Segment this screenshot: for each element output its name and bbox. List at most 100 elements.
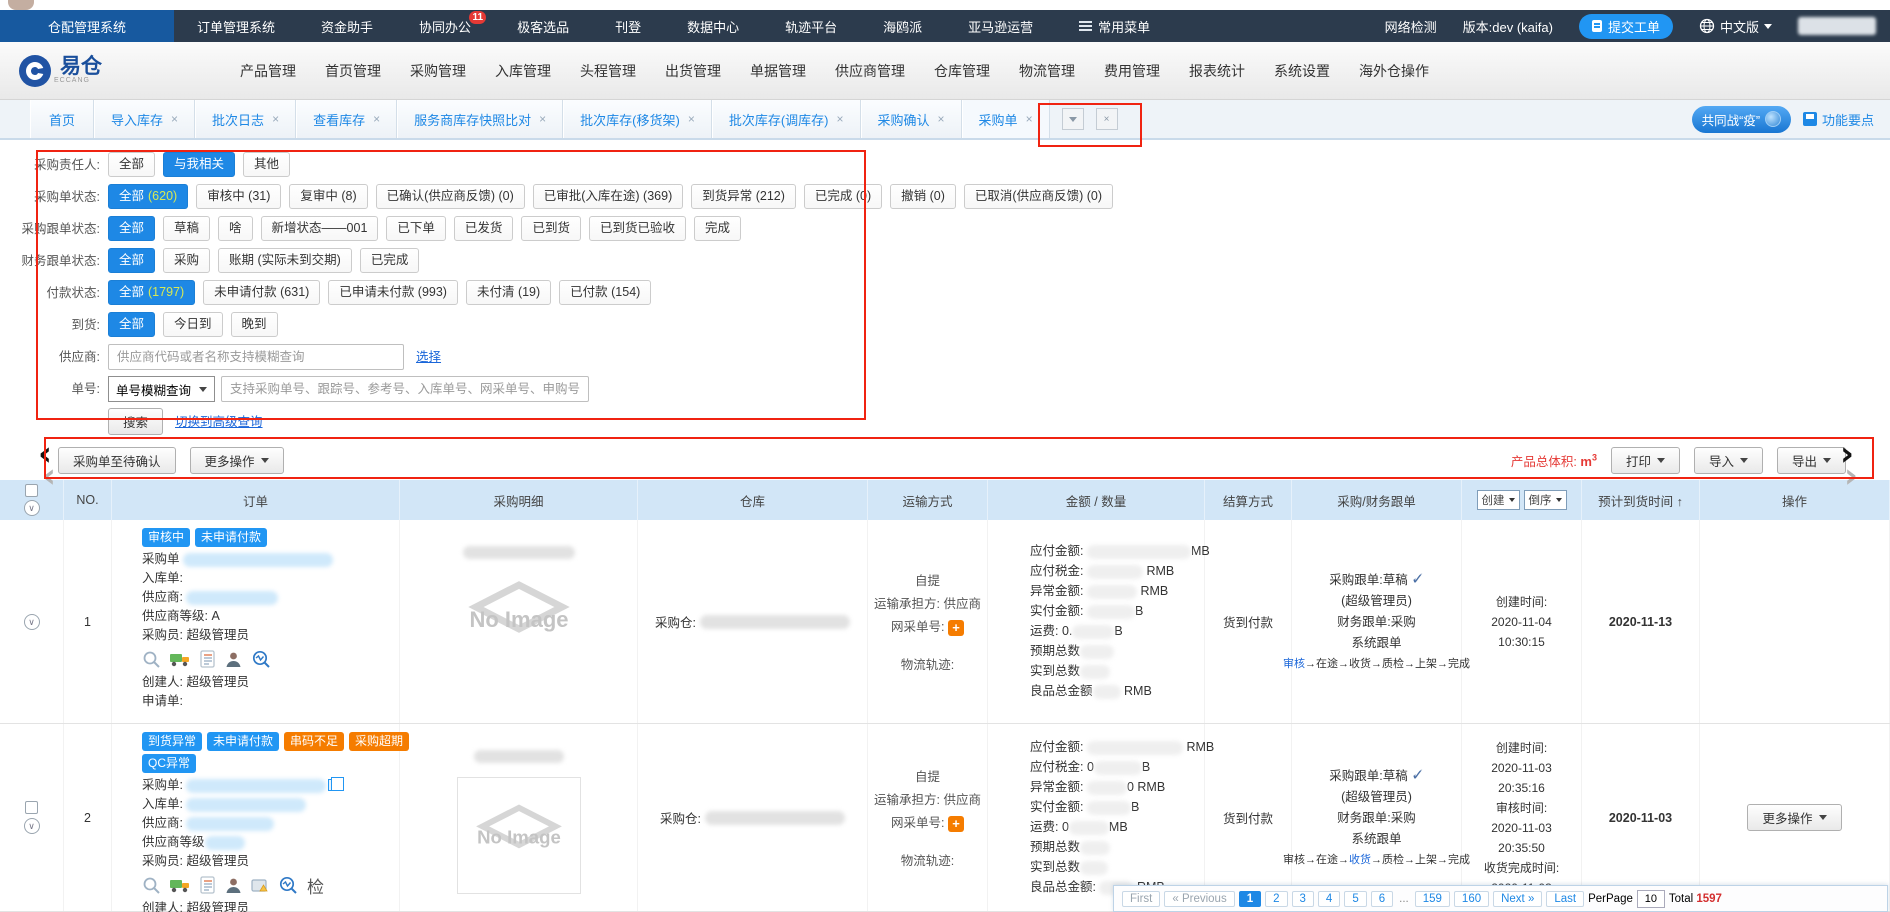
page-button-current[interactable]: 1 (1239, 891, 1261, 907)
add-net-order-button[interactable]: + (948, 620, 964, 636)
close-icon[interactable]: × (938, 112, 945, 126)
filter-chip[interactable]: 其他 (243, 152, 290, 177)
tab-list-dropdown-button[interactable] (1062, 108, 1084, 130)
order-no-type-select[interactable]: 单号模糊查询 (108, 376, 215, 402)
filter-chip-selected[interactable]: 全部(620) (108, 184, 188, 209)
page-prev-button[interactable]: « Previous (1164, 891, 1234, 907)
menu-item-product[interactable]: 产品管理 (240, 61, 296, 81)
tab-import-stock[interactable]: 导入库存× (94, 100, 195, 138)
menu-item-firstleg[interactable]: 头程管理 (580, 61, 636, 81)
page-button[interactable]: 4 (1318, 891, 1340, 907)
feature-points-button[interactable]: 功能要点 (1803, 110, 1874, 129)
close-icon[interactable]: × (539, 112, 546, 126)
topbar-item-geek-selection[interactable]: 极客选品 (494, 10, 592, 42)
page-button[interactable]: 160 (1454, 891, 1489, 907)
row-expand-icon[interactable]: ∨ (24, 818, 40, 834)
to-confirm-button[interactable]: 采购单至待确认 (58, 447, 176, 474)
campaign-button[interactable]: 共同战“疫” (1692, 106, 1791, 133)
copy-icon[interactable] (328, 779, 339, 791)
search-button[interactable]: 搜索 (108, 408, 163, 435)
filter-chip[interactable]: 草稿 (163, 216, 210, 241)
more-actions-button[interactable]: 更多操作 (190, 447, 284, 474)
filter-chip[interactable]: 审核中 (31) (196, 184, 281, 209)
tab-close-all-button[interactable]: × (1096, 108, 1118, 130)
menu-item-expense[interactable]: 费用管理 (1104, 61, 1160, 81)
filter-chip[interactable]: 已下单 (386, 216, 446, 241)
topbar-item-seagull[interactable]: 海鸥派 (860, 10, 945, 42)
scroll-right-secondary-icon[interactable]: › (1844, 462, 1858, 490)
close-icon[interactable]: × (837, 112, 844, 126)
filter-chip[interactable]: 啥 (218, 216, 253, 241)
menu-item-logistics[interactable]: 物流管理 (1019, 61, 1075, 81)
menu-item-homepage[interactable]: 首页管理 (325, 61, 381, 81)
menu-item-documents[interactable]: 单据管理 (750, 61, 806, 81)
filter-chip-selected[interactable]: 全部 (108, 216, 155, 241)
import-button[interactable]: 导入 (1694, 447, 1763, 474)
print-button[interactable]: 打印 (1611, 447, 1680, 474)
notes-icon[interactable] (200, 876, 216, 894)
certificate-warning-icon[interactable] (251, 877, 269, 894)
close-icon[interactable]: × (272, 112, 279, 126)
filter-chip[interactable]: 已完成 (0) (804, 184, 882, 209)
eccang-logo[interactable]: 易仓 ECCANG (16, 52, 136, 90)
topbar-item-fund-assistant[interactable]: 资金助手 (298, 10, 396, 42)
add-net-order-button[interactable]: + (948, 816, 964, 832)
filter-chip[interactable]: 账期 (实际未到交期) (218, 248, 352, 273)
row-expand-icon[interactable]: ∨ (24, 614, 40, 630)
menu-item-warehouse[interactable]: 仓库管理 (934, 61, 990, 81)
order-no-input[interactable] (221, 376, 589, 402)
page-first-button[interactable]: First (1122, 891, 1160, 907)
scroll-left-secondary-icon[interactable]: ‹ (42, 462, 56, 490)
trace-search-icon[interactable] (251, 649, 271, 669)
submit-ticket-button[interactable]: 提交工单 (1579, 14, 1673, 39)
tab-batch-log[interactable]: 批次日志× (195, 100, 296, 138)
filter-chip[interactable]: 完成 (694, 216, 741, 241)
menu-item-outbound[interactable]: 出货管理 (665, 61, 721, 81)
page-button[interactable]: 5 (1344, 891, 1366, 907)
page-button[interactable]: 159 (1415, 891, 1450, 907)
filter-chip[interactable]: 未申请付款 (631) (203, 280, 320, 305)
filter-chip[interactable]: 已到货已验收 (589, 216, 686, 241)
network-check-link[interactable]: 网络检测 (1385, 17, 1437, 36)
topbar-item-order-system[interactable]: 订单管理系统 (174, 10, 298, 42)
menu-item-reports[interactable]: 报表统计 (1189, 61, 1245, 81)
flow-active-step[interactable]: 收货 (1349, 854, 1371, 866)
topbar-item-data-center[interactable]: 数据中心 (664, 10, 762, 42)
language-selector[interactable]: 中文版 (1699, 17, 1772, 36)
page-next-button[interactable]: Next » (1493, 891, 1542, 907)
filter-chip-selected[interactable]: 全部 (108, 312, 155, 337)
person-icon[interactable] (225, 877, 242, 894)
advanced-search-link[interactable]: 切换到高级查询 (175, 409, 263, 435)
select-all-checkbox[interactable] (25, 484, 38, 497)
per-page-input[interactable] (1637, 890, 1665, 908)
topbar-item-collab-office[interactable]: 协同办公11 (396, 10, 494, 42)
close-icon[interactable]: × (688, 112, 695, 126)
tab-view-stock[interactable]: 查看库存× (296, 100, 397, 138)
close-icon[interactable]: × (1026, 112, 1033, 126)
page-button[interactable]: 2 (1265, 891, 1287, 907)
header-eta-sort[interactable]: 预计到货时间 ↑ (1582, 480, 1700, 520)
filter-chip[interactable]: 采购 (163, 248, 210, 273)
tab-batch-adjust-stock[interactable]: 批次库存(调库存)× (712, 100, 861, 138)
supplier-input[interactable] (108, 344, 404, 370)
tab-provider-snapshot[interactable]: 服务商库存快照比对× (397, 100, 563, 138)
menu-item-purchase[interactable]: 采购管理 (410, 61, 466, 81)
tab-purchase-order[interactable]: 采购单× (962, 100, 1050, 138)
filter-chip[interactable]: 到货异常 (212) (691, 184, 796, 209)
tab-purchase-confirm[interactable]: 采购确认× (861, 100, 962, 138)
export-button[interactable]: 导出 (1777, 447, 1846, 474)
filter-chip-selected[interactable]: 全部(1797) (108, 280, 195, 305)
row-checkbox[interactable] (25, 801, 38, 814)
sort-field-select[interactable]: 创建 (1477, 490, 1520, 510)
expand-all-icon[interactable]: ∨ (24, 500, 40, 516)
close-icon[interactable]: × (171, 112, 178, 126)
menu-item-overseas[interactable]: 海外仓操作 (1359, 61, 1429, 81)
filter-chip[interactable]: 未付清 (19) (466, 280, 551, 305)
filter-chip-selected[interactable]: 与我相关 (163, 152, 235, 177)
filter-chip[interactable]: 今日到 (163, 312, 223, 337)
filter-chip[interactable]: 晚到 (231, 312, 278, 337)
sort-direction-select[interactable]: 倒序 (1524, 490, 1567, 510)
search-icon[interactable] (142, 876, 161, 895)
topbar-item-listing[interactable]: 刊登 (592, 10, 664, 42)
page-last-button[interactable]: Last (1546, 891, 1584, 907)
